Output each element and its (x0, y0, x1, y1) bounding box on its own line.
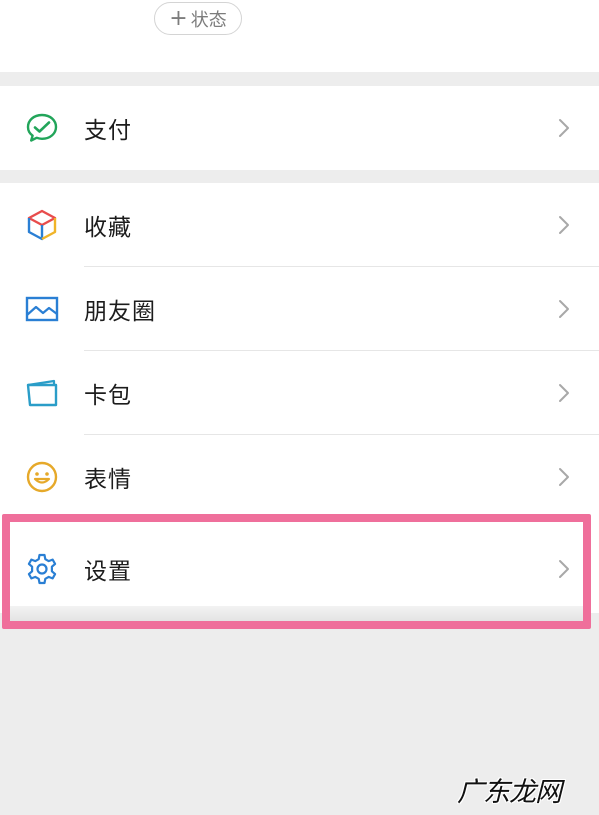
menu-item-pay[interactable]: 支付 (0, 86, 599, 170)
chevron-right-icon (559, 300, 569, 318)
chevron-right-icon (559, 384, 569, 402)
menu-item-favorites-label: 收藏 (84, 215, 132, 241)
wechat-pay-icon (24, 110, 60, 146)
card-wallet-icon (24, 375, 60, 411)
chevron-right-icon (559, 119, 569, 137)
plus-icon: + (169, 5, 188, 31)
menu-item-stickers-label: 表情 (84, 467, 132, 493)
moments-photo-icon (24, 291, 60, 327)
menu-item-cards-label: 卡包 (84, 383, 132, 409)
menu-item-moments-label: 朋友圈 (84, 299, 156, 325)
menu-item-moments[interactable]: 朋友圈 (0, 267, 599, 351)
profile-header-area: + 状态 (0, 0, 599, 72)
chevron-right-icon (559, 216, 569, 234)
menu-item-cards[interactable]: 卡包 (0, 351, 599, 435)
watermark-text: 广东龙网 (457, 777, 562, 808)
status-label: 状态 (190, 9, 227, 31)
favorites-cube-icon (24, 207, 60, 243)
pay-section: 支付 (0, 86, 599, 170)
menu-item-settings[interactable]: 设置 (0, 527, 599, 611)
menu-item-stickers[interactable]: 表情 (0, 435, 599, 519)
add-status-button[interactable]: + 状态 (154, 2, 242, 35)
menu-item-settings-label: 设置 (84, 559, 132, 585)
chevron-right-icon (559, 468, 569, 486)
settings-section: 设置 (0, 513, 599, 613)
menu-item-favorites[interactable]: 收藏 (0, 183, 599, 267)
smiley-icon (24, 459, 60, 495)
features-section: 收藏 朋友圈 卡包 表情 (0, 183, 599, 513)
menu-item-pay-label: 支付 (84, 118, 132, 144)
chevron-right-icon (559, 560, 569, 578)
settings-shadow-band (10, 606, 583, 621)
gear-icon (24, 551, 60, 587)
